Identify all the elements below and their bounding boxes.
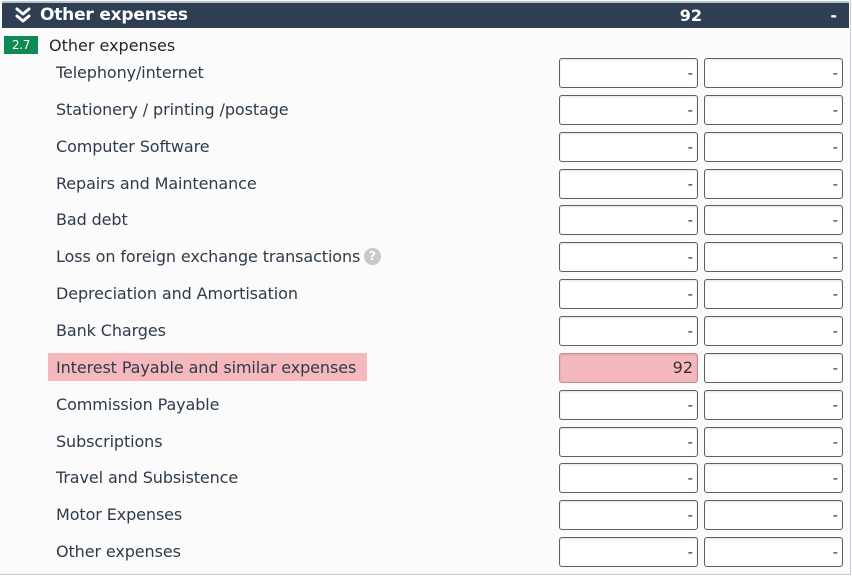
expense-row: Commission Payable - - xyxy=(0,390,852,424)
prior-year-input[interactable]: - xyxy=(704,463,843,493)
section-header[interactable]: Other expenses 92 - xyxy=(2,1,849,28)
prior-year-input[interactable]: - xyxy=(704,390,843,420)
row-label: Subscriptions xyxy=(56,432,163,451)
current-year-input[interactable]: - xyxy=(559,316,698,346)
prior-year-input[interactable]: - xyxy=(704,353,843,383)
current-year-input[interactable]: - xyxy=(559,132,698,162)
prior-year-input[interactable]: - xyxy=(704,500,843,530)
expense-row: Motor Expenses - - xyxy=(0,500,852,534)
section-title: Other expenses xyxy=(49,36,176,55)
expense-row: Travel and Subsistence - - xyxy=(0,463,852,497)
form-panel: Other expenses 92 - 2.7 Other expenses T… xyxy=(0,0,851,575)
row-label: Interest Payable and similar expenses xyxy=(56,358,357,377)
prior-year-input[interactable]: - xyxy=(704,58,843,88)
header-total-secondary: - xyxy=(830,6,837,25)
current-year-input[interactable]: - xyxy=(559,169,698,199)
current-year-input[interactable]: - xyxy=(559,95,698,125)
prior-year-input[interactable]: - xyxy=(704,132,843,162)
row-label: Computer Software xyxy=(56,137,210,156)
row-label: Commission Payable xyxy=(56,395,220,414)
prior-year-input[interactable]: - xyxy=(704,316,843,346)
prior-year-input[interactable]: - xyxy=(704,537,843,567)
row-label: Repairs and Maintenance xyxy=(56,174,257,193)
header-title: Other expenses xyxy=(40,5,188,25)
current-year-input[interactable]: - xyxy=(559,500,698,530)
row-label: Motor Expenses xyxy=(56,505,183,524)
expense-row: Other expenses - - xyxy=(0,537,852,571)
row-label: Bad debt xyxy=(56,210,128,229)
current-year-input[interactable]: - xyxy=(559,58,698,88)
current-year-input[interactable]: - xyxy=(559,279,698,309)
current-year-input[interactable]: 92 xyxy=(559,353,698,383)
current-year-input[interactable]: - xyxy=(559,242,698,272)
expense-row: Subscriptions - - xyxy=(0,427,852,461)
expense-row: Computer Software - - xyxy=(0,132,852,166)
expense-row: Repairs and Maintenance - - xyxy=(0,169,852,203)
expense-row: Depreciation and Amortisation - - xyxy=(0,279,852,313)
expense-row: Stationery / printing /postage - - xyxy=(0,95,852,129)
expense-row: Interest Payable and similar expenses 92- xyxy=(0,353,852,387)
row-label: Depreciation and Amortisation xyxy=(56,284,298,303)
expense-row: Bank Charges - - xyxy=(0,316,852,350)
current-year-input[interactable]: - xyxy=(559,427,698,457)
current-year-input[interactable]: - xyxy=(559,537,698,567)
section-number-badge: 2.7 xyxy=(4,36,38,54)
current-year-input[interactable]: - xyxy=(559,205,698,235)
current-year-input[interactable]: - xyxy=(559,390,698,420)
prior-year-input[interactable]: - xyxy=(704,279,843,309)
row-label: Stationery / printing /postage xyxy=(56,100,289,119)
row-label: Other expenses xyxy=(56,542,181,561)
expense-row: Telephony/internet - - xyxy=(0,58,852,92)
row-label: Loss on foreign exchange transactions xyxy=(56,247,361,266)
header-total: 92 xyxy=(679,6,702,25)
prior-year-input[interactable]: - xyxy=(704,205,843,235)
prior-year-input[interactable]: - xyxy=(704,242,843,272)
row-label: Travel and Subsistence xyxy=(56,468,239,487)
row-label: Bank Charges xyxy=(56,321,166,340)
prior-year-input[interactable]: - xyxy=(704,95,843,125)
double-chevron-down-icon[interactable] xyxy=(14,6,32,24)
row-label: Telephony/internet xyxy=(56,63,204,82)
help-icon[interactable]: ? xyxy=(364,248,381,265)
expense-row: Loss on foreign exchange transactions? - - xyxy=(0,242,852,276)
prior-year-input[interactable]: - xyxy=(704,169,843,199)
prior-year-input[interactable]: - xyxy=(704,427,843,457)
expense-row: Bad debt - - xyxy=(0,205,852,239)
current-year-input[interactable]: - xyxy=(559,463,698,493)
